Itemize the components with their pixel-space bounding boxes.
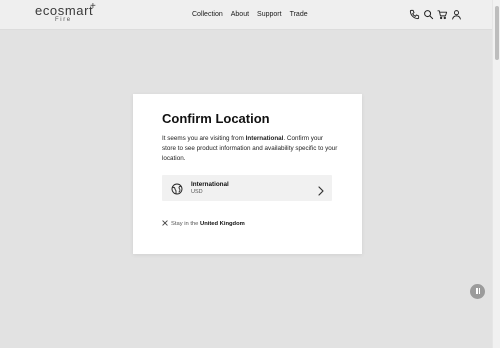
stay-in-current-store-link[interactable]: Stay in the United Kingdom xyxy=(162,220,245,228)
site-header: ecosmart + Fire Collection About Support… xyxy=(0,0,500,30)
current-country: United Kingdom xyxy=(200,221,245,227)
chevron-right-icon xyxy=(318,183,324,196)
logo-subtitle: Fire xyxy=(55,17,72,23)
option-currency: USD xyxy=(191,189,203,195)
scrollbar-thumb[interactable] xyxy=(495,6,499,60)
dialog-message: It seems you are visiting from Internati… xyxy=(162,135,338,162)
confirm-location-dialog: Confirm Location It seems you are visiti… xyxy=(133,94,362,254)
detected-country: International xyxy=(245,135,284,142)
logo-wordmark: ecosmart xyxy=(35,3,94,18)
nav-collection[interactable]: Collection xyxy=(192,10,223,19)
main-nav: Collection About Support Trade xyxy=(192,10,308,19)
pause-icon xyxy=(476,288,478,294)
account-icon[interactable] xyxy=(451,9,462,20)
store-option-international[interactable]: International USD xyxy=(162,175,332,201)
nav-support[interactable]: Support xyxy=(257,10,282,19)
globe-icon xyxy=(171,182,183,195)
logo-plus: + xyxy=(90,1,96,12)
phone-icon[interactable] xyxy=(409,9,420,20)
header-icons xyxy=(409,9,462,20)
search-icon[interactable] xyxy=(423,9,434,20)
dialog-title: Confirm Location xyxy=(162,111,270,126)
nav-about[interactable]: About xyxy=(231,10,249,19)
scrollbar[interactable] xyxy=(492,0,500,348)
option-name: International xyxy=(191,181,229,188)
cart-icon[interactable] xyxy=(437,9,448,20)
nav-trade[interactable]: Trade xyxy=(290,10,308,19)
pause-button[interactable] xyxy=(470,284,485,299)
close-icon xyxy=(162,220,168,229)
